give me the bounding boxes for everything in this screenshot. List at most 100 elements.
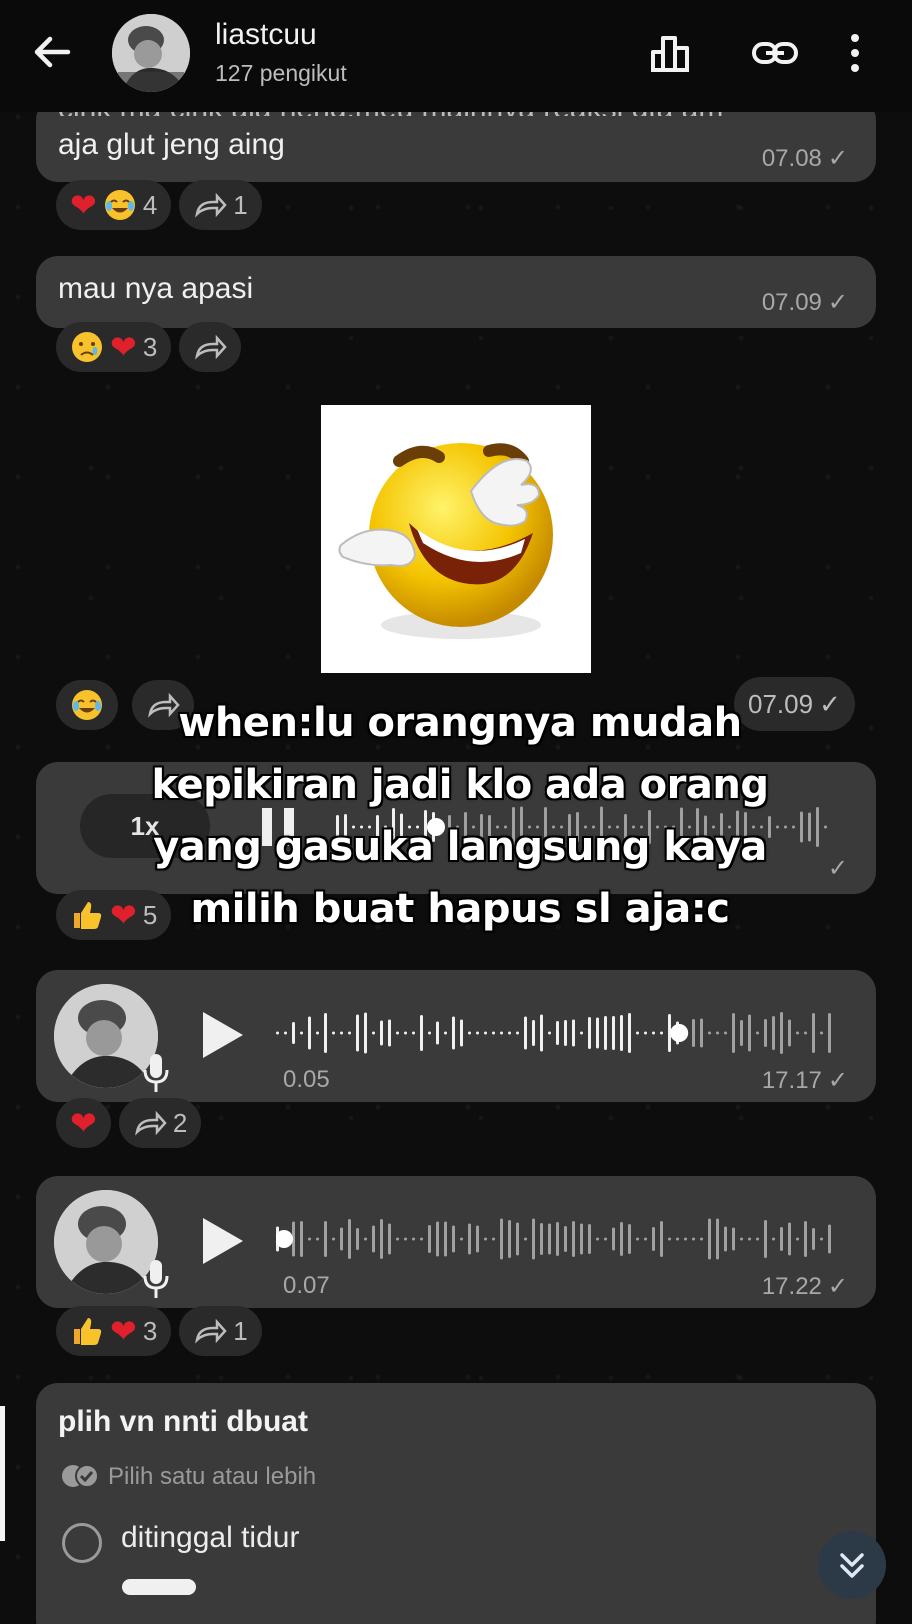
waveform-bar xyxy=(692,1237,695,1241)
waveform-bar xyxy=(412,1237,415,1241)
link-icon[interactable] xyxy=(750,28,800,78)
waveform-bar xyxy=(452,1225,455,1253)
scroll-to-bottom-button[interactable] xyxy=(818,1531,886,1599)
waveform-bar xyxy=(756,1031,759,1035)
forward-pill[interactable] xyxy=(179,322,242,372)
waveform-bar xyxy=(548,1223,551,1255)
waveform-bar xyxy=(812,1013,815,1053)
waveform-bar xyxy=(644,1031,647,1035)
waveform-bar xyxy=(708,1031,711,1035)
waveform-bar xyxy=(508,1031,511,1035)
waveform-bar xyxy=(348,1219,351,1259)
check-icon: ✓ xyxy=(827,289,848,316)
reaction-pill[interactable]: ❤ xyxy=(56,1098,111,1148)
waveform-bar xyxy=(628,1224,631,1254)
waveform-bar xyxy=(780,1012,783,1054)
waveform-bar xyxy=(772,1016,775,1050)
waveform-bar xyxy=(676,1237,679,1241)
voice-waveform[interactable] xyxy=(276,1008,836,1058)
waveform-bar xyxy=(716,1031,719,1035)
waveform-bar xyxy=(436,1221,439,1257)
back-arrow-icon[interactable] xyxy=(28,28,76,76)
waveform-bar xyxy=(292,1022,295,1044)
time-label: 07.08 xyxy=(761,144,822,172)
voice-message[interactable]: 0.07 17.22 ✓ xyxy=(36,1176,876,1308)
voice-duration: 0.07 xyxy=(283,1272,330,1299)
waveform-bar xyxy=(532,1218,535,1260)
check-icon: ✓ xyxy=(827,1067,848,1094)
forward-count: 1 xyxy=(233,1315,248,1346)
waveform-bar xyxy=(316,1031,319,1035)
waveform-bar xyxy=(308,1016,311,1050)
waveform-bar xyxy=(388,1223,391,1255)
check-icon: ✓ xyxy=(827,145,848,172)
waveform-bar xyxy=(724,1226,727,1252)
waveform-bar xyxy=(556,1222,559,1256)
waveform-bar xyxy=(796,1031,799,1035)
message-time: 17.17 ✓ xyxy=(762,1066,848,1095)
waveform-bar xyxy=(564,1020,567,1046)
message-bubble[interactable]: mau nya apasi 07.09 ✓ xyxy=(36,256,876,328)
poll-option-radio[interactable] xyxy=(62,1523,102,1563)
check-icon: ✓ xyxy=(827,855,848,882)
playhead-knob[interactable] xyxy=(670,1024,689,1042)
reaction-pill[interactable]: ❤ 3 xyxy=(56,322,172,372)
message-time: ✓ xyxy=(828,854,848,883)
caption-line: milih buat hapus sl aja:c xyxy=(190,886,730,932)
waveform-bar xyxy=(828,1224,831,1254)
waveform-bar xyxy=(436,1021,439,1045)
reaction-row: ❤ 3 1 xyxy=(56,1306,262,1356)
voice-message[interactable]: 0.05 17.17 ✓ xyxy=(36,970,876,1102)
channel-name[interactable]: liastcuu xyxy=(215,18,317,52)
reaction-pill[interactable] xyxy=(56,680,118,730)
channel-avatar[interactable] xyxy=(112,14,190,92)
waveform-bar xyxy=(460,1019,463,1047)
waveform-bar xyxy=(396,1031,399,1035)
reaction-pill[interactable]: ❤ 4 xyxy=(56,180,172,230)
waveform-bar xyxy=(364,1012,367,1054)
waveform-bar xyxy=(484,1031,487,1035)
waveform-bar xyxy=(788,1019,791,1047)
forward-pill[interactable]: 1 xyxy=(179,1306,262,1356)
waveform-bar xyxy=(724,1031,727,1035)
waveform-bar xyxy=(340,1031,343,1035)
caption-line: kepikiran jadi klo ada orang xyxy=(151,762,769,808)
waveform-bar xyxy=(468,1223,471,1255)
waveform-bar xyxy=(580,1223,583,1255)
double-check-circle-icon xyxy=(62,1464,99,1488)
waveform-bar xyxy=(276,1031,279,1035)
more-options-icon[interactable] xyxy=(840,28,870,78)
poll-card[interactable]: plih vn nnti dbuat Pilih satu atau lebih… xyxy=(36,1383,876,1624)
waveform-bar xyxy=(628,1013,631,1053)
waveform-bar xyxy=(772,1237,775,1241)
laughing-face-sticker[interactable] xyxy=(321,405,591,673)
waveform-bar xyxy=(332,1237,335,1241)
waveform-bar xyxy=(780,1227,783,1251)
waveform-bar xyxy=(468,1031,471,1035)
message-text: aja glut jeng aing xyxy=(58,128,285,161)
voice-waveform[interactable] xyxy=(276,1214,836,1264)
forward-pill[interactable]: 1 xyxy=(179,180,262,230)
playhead-knob[interactable] xyxy=(276,1230,293,1248)
play-icon[interactable] xyxy=(201,1010,245,1060)
poll-option-label[interactable]: ditinggal tidur xyxy=(121,1521,299,1555)
waveform-bar xyxy=(524,1237,527,1241)
waveform-bar xyxy=(660,1031,663,1035)
reaction-pill[interactable]: ❤ 3 xyxy=(56,1306,172,1356)
poll-icon[interactable] xyxy=(645,28,695,78)
waveform-bar xyxy=(708,1218,711,1260)
waveform-bar xyxy=(324,1013,327,1053)
forward-pill[interactable]: 2 xyxy=(118,1098,202,1148)
waveform-bar xyxy=(300,1031,303,1035)
waveform-bar xyxy=(508,1220,511,1258)
waveform-bar xyxy=(644,1237,647,1241)
waveform-bar xyxy=(604,1016,607,1050)
waveform-bar xyxy=(716,1218,719,1260)
waveform-bar xyxy=(444,1031,447,1035)
waveform-bar xyxy=(316,1237,319,1241)
play-icon[interactable] xyxy=(201,1216,245,1266)
waveform-bar xyxy=(636,1237,639,1241)
waveform-bar xyxy=(572,1221,575,1257)
waveform-bar xyxy=(532,1020,535,1046)
waveform-bar xyxy=(516,1031,519,1035)
